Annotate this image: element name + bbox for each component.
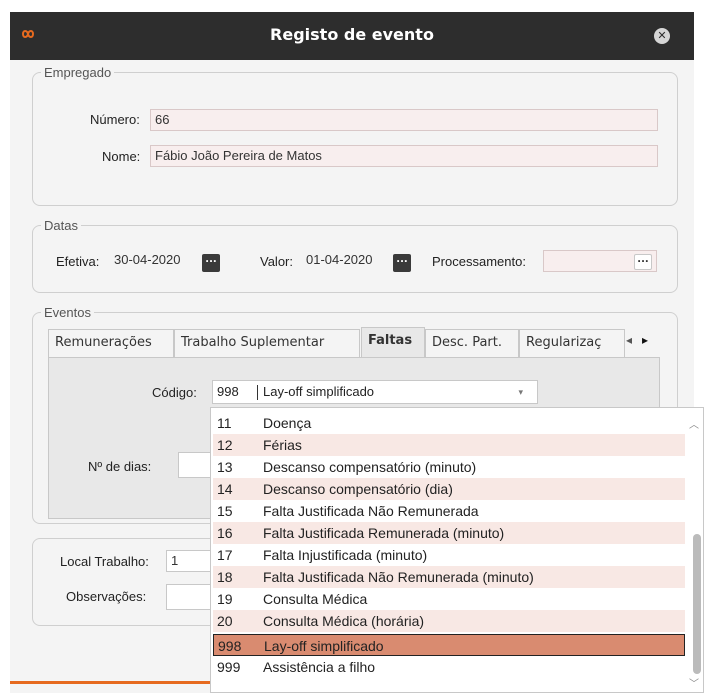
empregado-legend: Empregado <box>41 65 115 80</box>
list-item[interactable]: 16 Falta Justificada Remunerada (minuto) <box>213 522 685 544</box>
dias-label: Nº de dias: <box>88 459 152 474</box>
chevron-down-icon[interactable]: ▾ <box>518 381 523 403</box>
codigo-label: Código: <box>152 385 197 400</box>
list-item[interactable]: 17 Falta Injustificada (minuto) <box>213 544 685 566</box>
numero-field[interactable]: 66 <box>150 109 658 131</box>
nome-label: Nome: <box>102 149 141 164</box>
tab-faltas[interactable]: Faltas <box>361 327 425 357</box>
valor-date-picker-button[interactable]: ... <box>393 254 411 272</box>
scrollbar-thumb[interactable] <box>693 534 701 674</box>
eventos-legend: Eventos <box>41 305 94 320</box>
codigo-text-cursor <box>257 385 258 400</box>
eventos-tabs: Remunerações Trabalho Suplementar Faltas… <box>48 327 688 357</box>
list-item[interactable]: 14 Descanso compensatório (dia) <box>213 478 685 500</box>
scroll-down-icon[interactable]: ﹀ <box>689 675 699 690</box>
processamento-label: Processamento: <box>432 254 526 269</box>
scroll-up-icon[interactable]: ︿ <box>689 416 699 431</box>
list-item[interactable]: 13 Descanso compensatório (minuto) <box>213 456 685 478</box>
efetiva-label: Efetiva: <box>56 254 100 269</box>
efetiva-field[interactable]: 30-04-2020 <box>110 250 198 272</box>
list-item[interactable]: 999 Assistência a filho <box>213 656 685 678</box>
valor-field[interactable]: 01-04-2020 <box>302 250 390 272</box>
processamento-date-picker-button[interactable]: ... <box>634 254 652 270</box>
codigo-combobox[interactable]: 998 Lay-off simplificado ▾ <box>212 380 538 404</box>
tab-trabalho-suplementar[interactable]: Trabalho Suplementar <box>174 329 360 357</box>
valor-label: Valor: <box>260 254 293 269</box>
accent-bar <box>10 681 210 684</box>
list-item[interactable]: 11 Doença <box>213 412 685 434</box>
codigo-code: 998 <box>217 384 239 399</box>
list-item[interactable]: 18 Falta Justificada Não Remunerada (minu… <box>213 566 685 588</box>
efetiva-date-picker-button[interactable]: ... <box>202 254 220 272</box>
numero-label: Número: <box>90 112 140 127</box>
local-trabalho-label: Local Trabalho: <box>60 554 149 569</box>
list-item-selected[interactable]: 998 Lay-off simplificado <box>213 634 685 656</box>
empregado-group: Empregado <box>32 65 678 206</box>
nome-field[interactable]: Fábio João Pereira de Matos <box>150 145 658 167</box>
close-icon[interactable]: ✕ <box>654 28 670 44</box>
tab-regularizacoes[interactable]: Regularizaç <box>519 329 625 357</box>
observacoes-field[interactable] <box>166 584 216 610</box>
local-trabalho-field[interactable]: 1 <box>166 550 216 572</box>
codigo-desc: Lay-off simplificado <box>263 384 375 399</box>
list-item[interactable]: 19 Consulta Médica <box>213 588 685 610</box>
list-item[interactable]: 20 Consulta Médica (horária) <box>213 610 685 632</box>
list-item[interactable]: 12 Férias <box>213 434 685 456</box>
window-title: Registo de evento <box>270 25 434 44</box>
tab-scroll-left-icon[interactable]: ◂ <box>626 333 632 347</box>
title-bar: Registo de evento ✕ <box>10 12 694 60</box>
datas-legend: Datas <box>41 218 81 233</box>
tab-remuneracoes[interactable]: Remunerações <box>48 329 174 357</box>
observacoes-label: Observações: <box>66 589 147 604</box>
codigo-dropdown-list[interactable]: ︿ ﹀ 11 Doença 12 Férias 13 Descanso compens… <box>210 407 704 693</box>
tab-desc-part[interactable]: Desc. Part. <box>425 329 519 357</box>
tab-scroll-right-icon[interactable]: ▸ <box>642 333 648 347</box>
list-item[interactable]: 15 Falta Justificada Não Remunerada <box>213 500 685 522</box>
